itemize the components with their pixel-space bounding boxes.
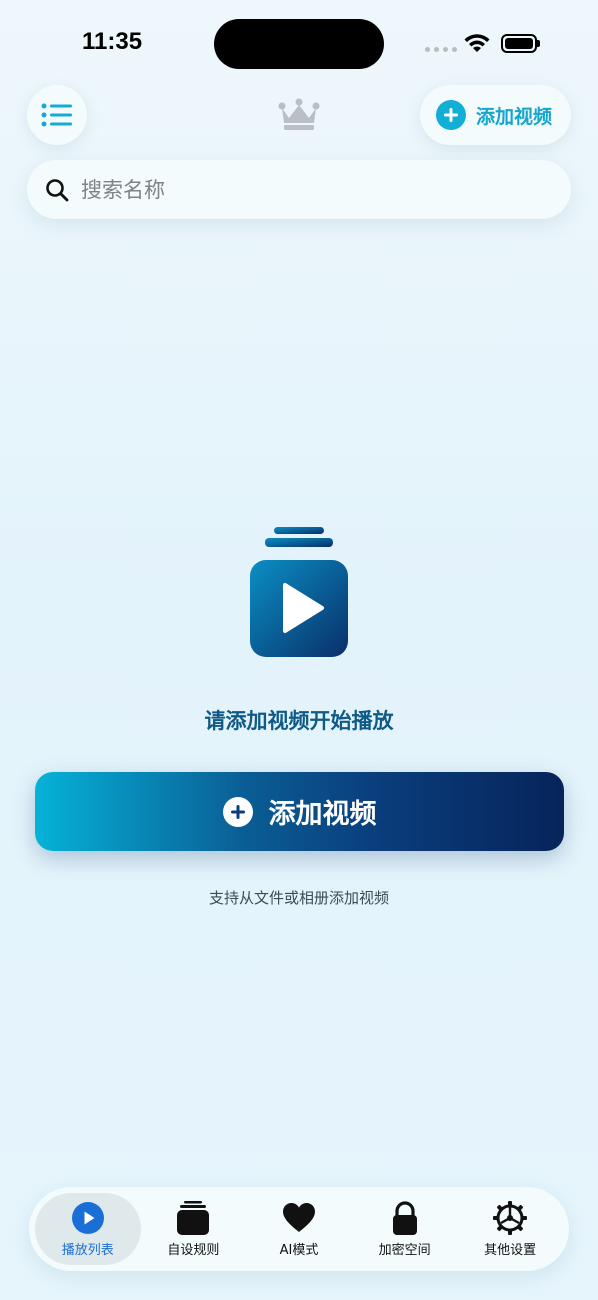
play-circle-icon xyxy=(71,1201,104,1234)
heart-icon xyxy=(282,1202,315,1232)
dynamic-island xyxy=(214,19,384,69)
tab-label: AI模式 xyxy=(279,1242,319,1258)
tab-label: 播放列表 xyxy=(61,1242,114,1258)
signal-icon xyxy=(425,47,457,52)
list-icon xyxy=(41,103,72,127)
plus-circle-icon xyxy=(222,796,253,827)
empty-state-title: 请添加视频开始播放 xyxy=(204,709,394,733)
lock-icon xyxy=(392,1200,417,1235)
tab-label: 其他设置 xyxy=(484,1242,537,1258)
stack-icon xyxy=(177,1200,210,1235)
menu-button[interactable] xyxy=(27,85,87,145)
tab-other-settings[interactable]: 其他设置 xyxy=(457,1193,563,1265)
video-stack-icon xyxy=(250,527,348,657)
status-bar: 11:35 xyxy=(0,0,598,90)
tab-bar: 播放列表 自设规则 AI模式 加密空间 其他设置 xyxy=(29,1187,569,1271)
add-video-button[interactable]: 添加视频 xyxy=(35,772,564,851)
search-input[interactable] xyxy=(81,177,501,202)
wifi-icon xyxy=(464,34,490,52)
tab-label: 加密空间 xyxy=(378,1242,431,1258)
tab-playlist[interactable]: 播放列表 xyxy=(35,1193,141,1265)
tab-ai-mode[interactable]: AI模式 xyxy=(246,1193,352,1265)
tab-encrypted-space[interactable]: 加密空间 xyxy=(352,1193,458,1265)
tab-label: 自设规则 xyxy=(167,1242,220,1258)
gear-icon xyxy=(493,1200,528,1235)
add-video-button-label: 添加视频 xyxy=(268,799,377,830)
search-icon xyxy=(46,178,69,201)
search-bar[interactable] xyxy=(27,160,571,219)
battery-icon xyxy=(501,34,540,53)
tab-custom-rules[interactable]: 自设规则 xyxy=(141,1193,247,1265)
crown-icon[interactable] xyxy=(278,98,320,132)
status-time: 11:35 xyxy=(82,28,143,55)
add-video-top-label: 添加视频 xyxy=(476,105,553,128)
empty-state-hint: 支持从文件或相册添加视频 xyxy=(208,889,389,907)
add-video-top-button[interactable]: 添加视频 xyxy=(420,85,571,145)
plus-circle-icon xyxy=(436,100,466,130)
